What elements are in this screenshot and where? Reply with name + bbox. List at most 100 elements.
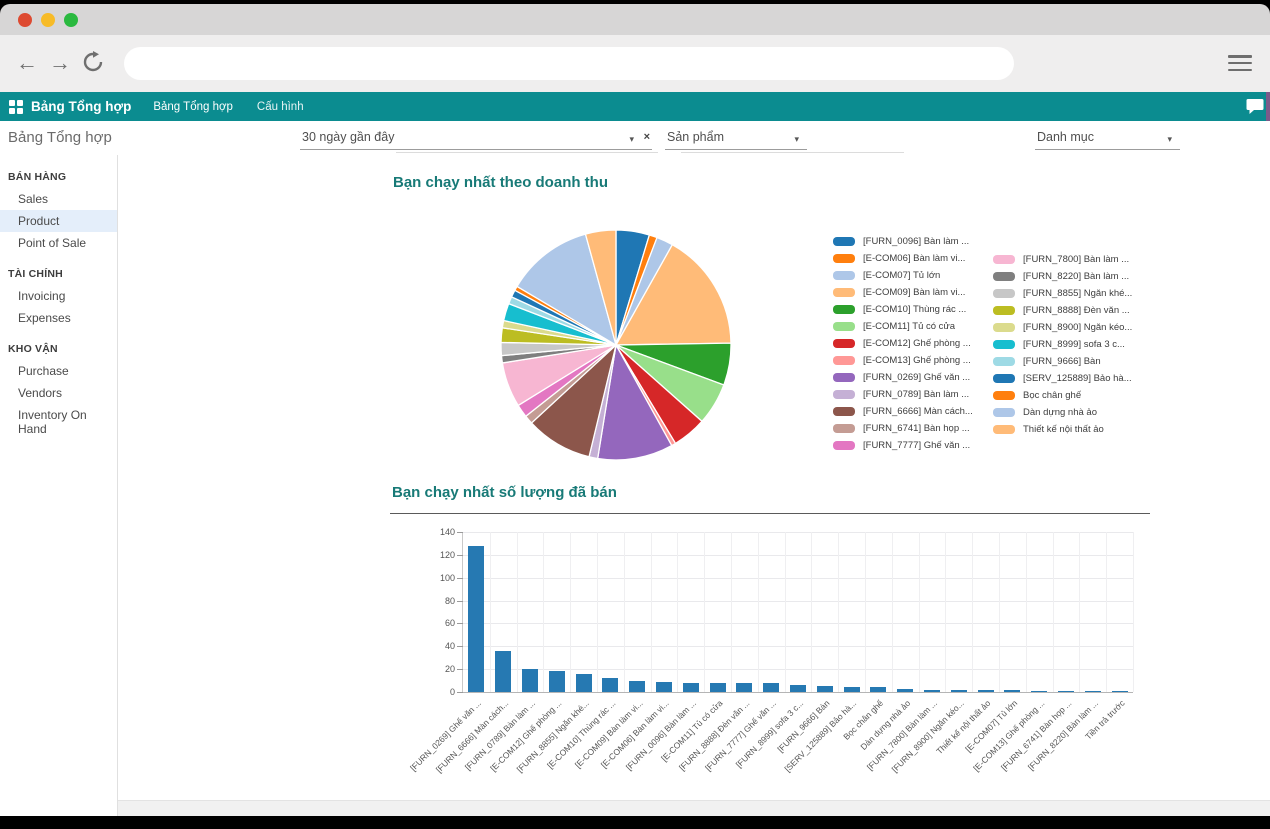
app-navbar: Bảng Tổng hợp Bảng Tổng hợp Cấu hình <box>0 92 1270 121</box>
gridline <box>704 532 705 692</box>
legend-item-furn-8900-ng-n-k-o[interactable]: [FURN_8900] Ngăn kéo... <box>993 319 1132 336</box>
legend-item-furn-7800-b-n-l-m[interactable]: [FURN_7800] Bàn làm ... <box>993 251 1132 268</box>
bar-furn-0096-b-n-l-m[interactable] <box>683 683 699 692</box>
bar-e-com09-b-n-l-m-vi[interactable] <box>629 681 645 692</box>
gridline <box>651 532 652 692</box>
bar-e-com12-gh-ph-ng[interactable] <box>549 671 565 692</box>
filter-category[interactable]: Danh mục ▾ <box>1035 127 1180 150</box>
bar-furn-8855-ng-n-kh[interactable] <box>576 674 592 692</box>
bar-furn-6666-m-n-c-ch[interactable] <box>495 651 511 692</box>
legend-item-furn-6666-m-n-c-ch[interactable]: [FURN_6666] Màn cách... <box>833 403 973 420</box>
bar-furn-8999-sofa-3-c[interactable] <box>790 685 806 692</box>
nav-item-config[interactable]: Cấu hình <box>257 101 304 113</box>
legend-swatch <box>993 306 1015 315</box>
legend-item-furn-0789-b-n-l-m[interactable]: [FURN_0789] Bàn làm ... <box>833 386 973 403</box>
bar-furn-7800-b-n-l-m[interactable] <box>924 690 940 692</box>
legend-item-furn-9666-b-n[interactable]: [FURN_9666] Bàn <box>993 353 1132 370</box>
gridline <box>838 532 839 692</box>
bar-furn-0789-b-n-l-m[interactable] <box>522 669 538 692</box>
legend-swatch <box>833 407 855 416</box>
sidebar-item-inventory-on-hand[interactable]: Inventory On Hand <box>0 404 117 440</box>
back-icon[interactable]: ← <box>16 48 38 78</box>
legend-label: [FURN_8220] Bàn làm ... <box>1023 271 1129 282</box>
bar-thi-t-k-n-i-th-t-o[interactable] <box>978 690 994 692</box>
legend-swatch <box>833 305 855 314</box>
legend-item-furn-7777-gh-v-n[interactable]: [FURN_7777] Ghế văn ... <box>833 437 973 454</box>
forward-icon[interactable]: → <box>49 48 71 78</box>
bar-e-com10-th-ng-r-c[interactable] <box>602 678 618 692</box>
divider <box>390 513 1150 514</box>
sidebar-item-invoicing[interactable]: Invoicing <box>0 285 117 307</box>
legend-item-b-c-ch-n-gh[interactable]: Bọc chân ghế <box>993 387 1132 404</box>
legend-item-e-com11-t-c-c-a[interactable]: [E-COM11] Tủ có cửa <box>833 318 973 335</box>
chevron-down-icon[interactable]: ▾ <box>1167 134 1172 145</box>
filter-date-range[interactable]: 30 ngày gần đây ▾ × <box>300 127 652 150</box>
legend-item-e-com13-gh-ph-ng[interactable]: [E-COM13] Ghế phòng ... <box>833 352 973 369</box>
sidebar-item-point-of-sale[interactable]: Point of Sale <box>0 232 117 254</box>
reload-icon[interactable] <box>82 51 104 73</box>
filter-product[interactable]: Sản phẩm ▾ <box>665 127 807 150</box>
sidebar-item-purchase[interactable]: Purchase <box>0 360 117 382</box>
legend-item-e-com12-gh-ph-ng[interactable]: [E-COM12] Ghế phòng ... <box>833 335 973 352</box>
sidebar-item-expenses[interactable]: Expenses <box>0 307 117 329</box>
bar-furn-8220-b-n-l-m[interactable] <box>1085 691 1101 692</box>
bar-furn-8900-ng-n-k-o[interactable] <box>951 690 967 692</box>
nav-item-dashboard[interactable]: Bảng Tổng hợp <box>153 101 233 113</box>
sidebar-item-vendors[interactable]: Vendors <box>0 382 117 404</box>
chat-icon[interactable] <box>1246 98 1264 115</box>
bar-ti-n-tr-tr-c[interactable] <box>1112 691 1128 692</box>
legend-item-furn-8855-ng-n-kh[interactable]: [FURN_8855] Ngăn khé... <box>993 285 1132 302</box>
chevron-down-icon[interactable]: ▾ <box>629 134 634 145</box>
menu-icon[interactable] <box>1228 55 1252 71</box>
bar-e-com06-b-n-l-m-vi[interactable] <box>656 682 672 692</box>
bar-furn-8888-n-v-n[interactable] <box>736 683 752 692</box>
bar-serv-125889-b-o-h[interactable] <box>844 687 860 692</box>
screen: ← → Bảng Tổng hợp Bảng Tổng hợp Cấu hình… <box>0 0 1270 829</box>
legend-item-e-com09-b-n-l-m-vi[interactable]: [E-COM09] Bàn làm vi... <box>833 284 973 301</box>
bar-furn-7777-gh-v-n[interactable] <box>763 683 779 692</box>
legend-item-e-com06-b-n-l-m-vi[interactable]: [E-COM06] Bàn làm vi... <box>833 250 973 267</box>
legend-item-furn-0096-b-n-l-m[interactable]: [FURN_0096] Bàn làm ... <box>833 233 973 250</box>
legend-label: [FURN_8900] Ngăn kéo... <box>1023 322 1132 333</box>
apps-grid-icon[interactable] <box>9 100 23 114</box>
filter-product-value: Sản phẩm <box>667 130 724 144</box>
sidebar-section-kho-v-n: KHO VẬN <box>8 343 109 355</box>
bar-e-com13-gh-ph-ng[interactable] <box>1031 691 1047 692</box>
legend-item-e-com10-th-ng-r-c[interactable]: [E-COM10] Thùng rác ... <box>833 301 973 318</box>
legend-item-furn-8999-sofa-3-c[interactable]: [FURN_8999] sofa 3 c... <box>993 336 1132 353</box>
gridline <box>543 532 544 692</box>
bar-e-com07-t-l-n[interactable] <box>1004 690 1020 692</box>
legend-item-furn-8888-n-v-n[interactable]: [FURN_8888] Đèn văn ... <box>993 302 1132 319</box>
bar-d-n-d-ng-nh-o[interactable] <box>897 689 913 692</box>
legend-item-e-com07-t-l-n[interactable]: [E-COM07] Tủ lớn <box>833 267 973 284</box>
app-title[interactable]: Bảng Tổng hợp <box>31 99 131 114</box>
bar-furn-9666-b-n[interactable] <box>817 686 833 692</box>
sidebar-item-sales[interactable]: Sales <box>0 188 117 210</box>
sidebar-item-product[interactable]: Product <box>0 210 117 232</box>
bar-furn-6741-b-n-h-p[interactable] <box>1058 691 1074 692</box>
user-menu-partial[interactable] <box>1266 92 1270 121</box>
legend-item-thi-t-k-n-i-th-t-o[interactable]: Thiết kế nội thất ảo <box>993 421 1132 438</box>
legend-item-d-n-d-ng-nh-o[interactable]: Dàn dựng nhà ảo <box>993 404 1132 421</box>
url-bar[interactable] <box>124 47 1014 80</box>
minimize-window-button[interactable] <box>41 13 55 27</box>
clear-filter-icon[interactable]: × <box>644 131 650 143</box>
legend-item-furn-6741-b-n-h-p[interactable]: [FURN_6741] Bàn họp ... <box>833 420 973 437</box>
legend-item-serv-125889-b-o-h[interactable]: [SERV_125889] Bảo hà... <box>993 370 1132 387</box>
gridline <box>999 532 1000 692</box>
y-axis-label: 60 <box>417 618 455 628</box>
bar-e-com11-t-c-c-a[interactable] <box>710 683 726 692</box>
chevron-down-icon[interactable]: ▾ <box>794 134 799 145</box>
gridline <box>811 532 812 692</box>
y-axis-label: 0 <box>417 687 455 697</box>
legend-item-furn-0269-gh-v-n[interactable]: [FURN_0269] Ghế văn ... <box>833 369 973 386</box>
bar-furn-0269-gh-v-n[interactable] <box>468 546 484 692</box>
bar-b-c-ch-n-gh[interactable] <box>870 687 886 692</box>
close-window-button[interactable] <box>18 13 32 27</box>
legend-swatch <box>833 322 855 331</box>
legend-item-furn-8220-b-n-l-m[interactable]: [FURN_8220] Bàn làm ... <box>993 268 1132 285</box>
gridline <box>758 532 759 692</box>
maximize-window-button[interactable] <box>64 13 78 27</box>
filter-date-range-value: 30 ngày gần đây <box>302 130 394 144</box>
card-top-edge <box>681 152 904 153</box>
